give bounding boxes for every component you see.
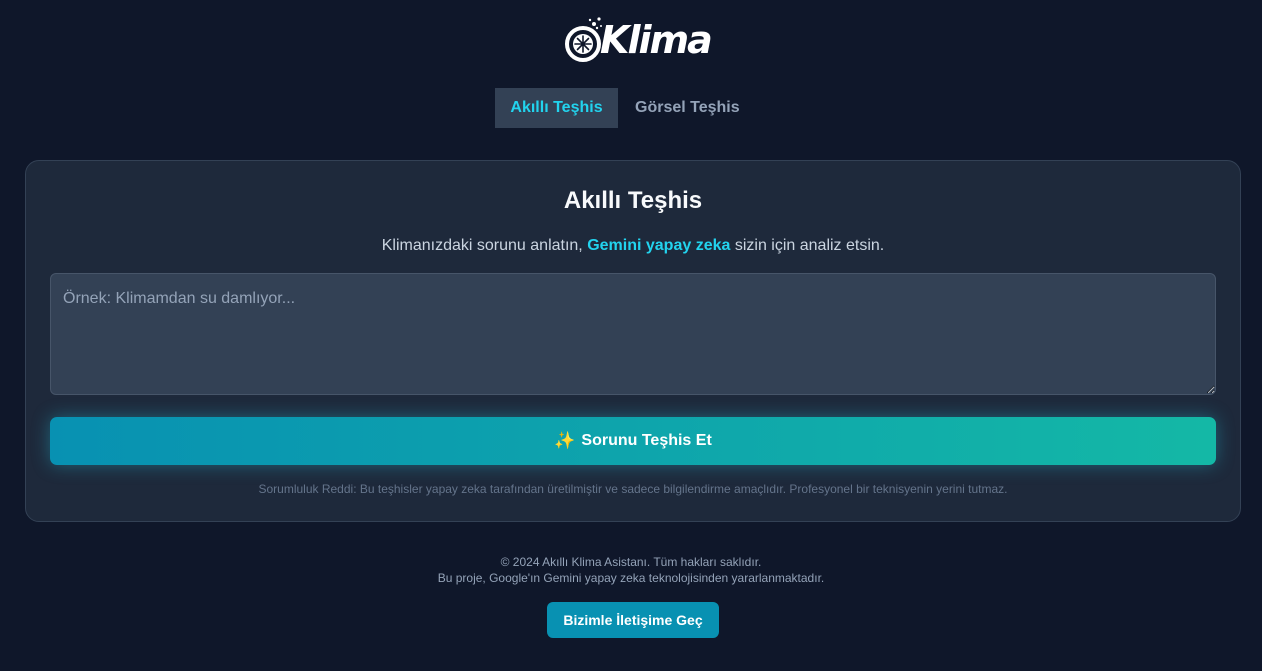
diagnosis-card: Akıllı Teşhis Klimanızdaki sorunu anlatı… [25,160,1241,522]
diagnose-button-label: Sorunu Teşhis Et [581,432,712,449]
subtitle-text-before: Klimanızdaki sorunu anlatın, [381,237,588,254]
snowflake-fan-icon [564,15,604,63]
tab-bar: Akıllı Teşhis Görsel Teşhis [495,88,775,128]
footer-copyright: © 2024 Akıllı Klima Asistanı. Tüm haklar… [500,555,762,569]
tab-visual-diagnosis[interactable]: Görsel Teşhis [635,88,775,128]
disclaimer: Sorumluluk Reddi: Bu teşhisler yapay zek… [258,482,1008,496]
subtitle-text-after: sizin için analiz etsin. [730,237,885,254]
problem-description-input[interactable] [50,273,1216,395]
logo[interactable]: Klima [564,14,713,64]
logo-text: Klima [600,18,713,62]
card-subtitle: Klimanızdaki sorunu anlatın, Gemini yapa… [26,237,1240,255]
sparkles-icon: ✨ [554,431,576,450]
footer-note: Bu proje, Google'ın Gemini yapay zeka te… [437,571,825,585]
footer: © 2024 Akıllı Klima Asistanı. Tüm haklar… [0,554,1262,586]
contact-button[interactable]: Bizimle İletişime Geç [547,602,719,638]
page: Klima Akıllı Teşhis Görsel Teşhis Akıllı… [0,0,1262,671]
tab-smart-diagnosis[interactable]: Akıllı Teşhis [495,88,618,128]
diagnose-button[interactable]: ✨ Sorunu Teşhis Et [50,417,1216,465]
card-title: Akıllı Teşhis [563,187,703,214]
subtitle-highlight: Gemini yapay zeka [587,237,731,254]
